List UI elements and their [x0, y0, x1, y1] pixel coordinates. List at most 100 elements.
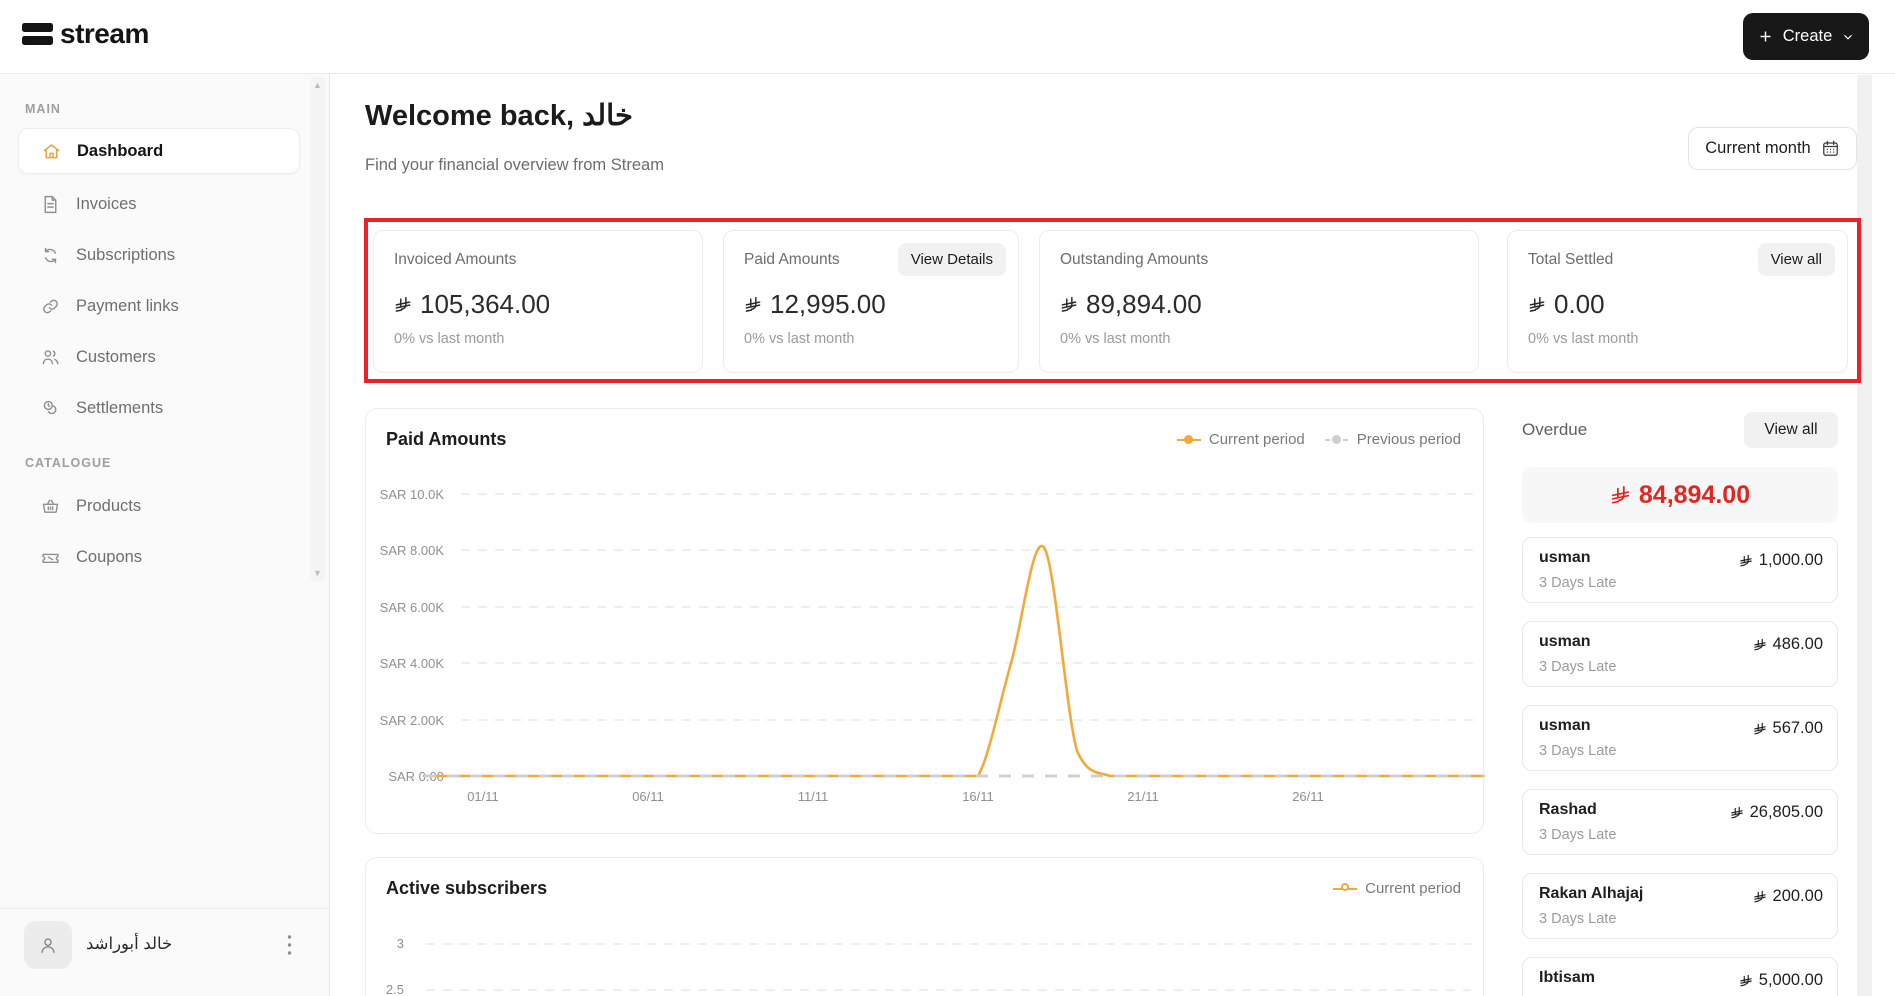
stat-label: Outstanding Amounts [1060, 251, 1209, 268]
stream-logo-text: stream [60, 18, 149, 49]
active-subscribers-plot: 3 2.5 [386, 936, 1471, 996]
svg-text:SAR 4.00K: SAR 4.00K [380, 656, 445, 671]
customer-name: usman [1539, 717, 1591, 734]
stream-logo: stream [22, 18, 149, 50]
view-details-button[interactable]: View Details [897, 243, 1006, 276]
user-name: خالد أبوراشد [86, 935, 173, 953]
saudi-riyal-icon [1753, 638, 1767, 652]
svg-text:11/11: 11/11 [798, 789, 829, 804]
stat-delta: 0% vs last month [394, 331, 505, 347]
sidebar-item-label: Settlements [76, 398, 164, 417]
saudi-riyal-icon [394, 296, 412, 314]
user-menu-kebab-icon[interactable] [272, 927, 306, 963]
sidebar-item-products[interactable]: Products [18, 483, 300, 529]
svg-text:SAR 10.0K: SAR 10.0K [380, 487, 445, 502]
create-button[interactable]: Create [1743, 13, 1869, 60]
saudi-riyal-icon [1753, 722, 1767, 736]
overdue-amount: 486.00 [1753, 635, 1823, 654]
overdue-amount: 200.00 [1753, 887, 1823, 906]
stat-card-outstanding: Outstanding Amounts 89,894.00 0% vs last… [1039, 230, 1479, 373]
section-label-main: MAIN [25, 102, 61, 116]
saudi-riyal-icon [1730, 806, 1744, 820]
svg-text:SAR 6.00K: SAR 6.00K [380, 600, 445, 615]
svg-text:26/11: 26/11 [1292, 789, 1324, 804]
sidebar-item-label: Customers [76, 347, 156, 366]
stat-label: Paid Amounts [744, 251, 840, 268]
svg-text:3: 3 [397, 936, 404, 951]
overdue-amount: 26,805.00 [1730, 803, 1823, 822]
sidebar-item-label: Subscriptions [76, 245, 176, 264]
sidebar-item-payment-links[interactable]: Payment links [18, 283, 300, 329]
sidebar-item-settlements[interactable]: Settlements [18, 385, 300, 431]
coins-icon [43, 400, 57, 414]
plus-icon [1760, 31, 1771, 42]
sidebar-item-label: Payment links [76, 296, 179, 315]
sidebar-item-subscriptions[interactable]: Subscriptions [18, 232, 300, 278]
top-bar: stream Create [0, 0, 1895, 74]
stat-value: 89,894.00 [1060, 289, 1202, 320]
overdue-item[interactable]: usman 3 Days Late 1,000.00 [1522, 537, 1838, 603]
overdue-item[interactable]: Rashad 3 Days Late 26,805.00 [1522, 789, 1838, 855]
overdue-item[interactable]: Ibtisam 3 Days Late 5,000.00 [1522, 957, 1838, 996]
customer-name: Rakan Alhajaj [1539, 885, 1644, 902]
sidebar-item-label: Invoices [76, 194, 137, 213]
stat-label: Invoiced Amounts [394, 251, 517, 268]
sidebar-item-coupons[interactable]: Coupons [18, 534, 300, 580]
overdue-item[interactable]: usman 3 Days Late 486.00 [1522, 621, 1838, 687]
section-label-catalogue: CATALOGUE [25, 456, 112, 470]
sidebar-item-invoices[interactable]: Invoices [18, 181, 300, 227]
overdue-item[interactable]: usman 3 Days Late 567.00 [1522, 705, 1838, 771]
sidebar-item-dashboard[interactable]: Dashboard [18, 128, 300, 174]
late-status: 3 Days Late [1539, 911, 1617, 927]
sidebar: ▲ ▼ MAIN Dashboard Invoices Subscription… [0, 74, 330, 996]
chain-link-icon [43, 299, 58, 313]
overdue-view-all-button[interactable]: View all [1744, 412, 1838, 448]
stat-value: 0.00 [1528, 289, 1605, 320]
stat-card-total-settled: Total Settled View all 0.00 0% vs last m… [1507, 230, 1848, 373]
calendar-icon [1822, 140, 1838, 156]
saudi-riyal-icon [1753, 890, 1767, 904]
overdue-item[interactable]: Rakan Alhajaj 3 Days Late 200.00 [1522, 873, 1838, 939]
stream-logo-icon [22, 23, 53, 45]
home-icon [43, 143, 60, 158]
page-title: Welcome back, خالد [365, 100, 633, 132]
scroll-up-icon[interactable]: ▲ [310, 80, 325, 90]
saudi-riyal-icon [1610, 485, 1631, 506]
page-scrollbar[interactable] [1857, 75, 1872, 996]
late-status: 3 Days Late [1539, 743, 1617, 759]
sidebar-scrollbar[interactable]: ▲ ▼ [310, 76, 325, 582]
stat-delta: 0% vs last month [1060, 331, 1171, 347]
person-icon [41, 938, 55, 954]
svg-text:2.5: 2.5 [386, 982, 404, 996]
stat-value: 12,995.00 [744, 289, 886, 320]
active-subscribers-panel: Active subscribers Current period 3 2.5 [365, 857, 1484, 996]
late-status: 3 Days Late [1539, 827, 1617, 843]
stat-value: 105,364.00 [394, 289, 550, 320]
dashboard-page: stream Create ▲ ▼ MAIN Dashboard Invoice… [0, 0, 1895, 996]
stat-delta: 0% vs last month [744, 331, 855, 347]
overdue-amount: 5,000.00 [1739, 971, 1823, 990]
sidebar-item-customers[interactable]: Customers [18, 334, 300, 380]
scroll-down-icon[interactable]: ▼ [310, 568, 325, 578]
overdue-amount: 567.00 [1753, 719, 1823, 738]
saudi-riyal-icon [1739, 554, 1753, 568]
late-status: 3 Days Late [1539, 659, 1617, 675]
overdue-total: 84,894.00 [1522, 467, 1838, 523]
view-all-button[interactable]: View all [1757, 243, 1835, 276]
two-people-icon [42, 349, 59, 364]
late-status: 3 Days Late [1539, 575, 1617, 591]
stat-card-paid: Paid Amounts View Details 12,995.00 0% v… [723, 230, 1019, 373]
saudi-riyal-icon [744, 296, 762, 314]
customer-name: usman [1539, 549, 1591, 566]
period-selector-button[interactable]: Current month [1688, 127, 1857, 170]
customer-name: Rashad [1539, 801, 1597, 818]
svg-text:21/11: 21/11 [1127, 789, 1159, 804]
paid-amounts-panel: Paid Amounts Current period Previous per… [365, 408, 1485, 834]
saudi-riyal-icon [1528, 296, 1546, 314]
sidebar-item-label: Dashboard [77, 141, 164, 160]
avatar [24, 921, 72, 969]
current-period-line [422, 544, 1485, 778]
svg-text:06/11: 06/11 [632, 789, 664, 804]
svg-text:16/11: 16/11 [962, 789, 994, 804]
svg-text:01/11: 01/11 [467, 789, 499, 804]
